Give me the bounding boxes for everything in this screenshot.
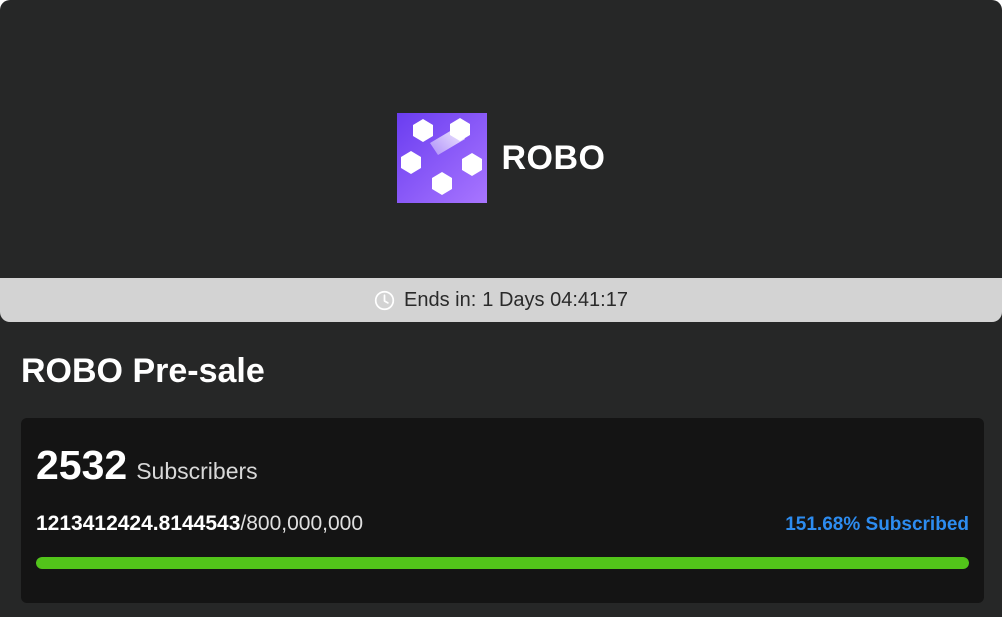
countdown-value: 1 Days 04:41:17 xyxy=(482,288,628,311)
countdown-text: Ends in: 1 Days 04:41:17 xyxy=(404,289,628,312)
subscribers-count: 2532 xyxy=(36,442,128,488)
token-banner: ROBO xyxy=(0,0,1002,278)
robo-logo-icon xyxy=(396,113,487,203)
subscription-progress-bar xyxy=(36,557,969,569)
subscription-stats-panel: 2532 Subscribers 1213412424.8144543/800,… xyxy=(21,418,984,603)
presale-title: ROBO Pre-sale xyxy=(21,352,265,390)
subscribers-row: 2532 Subscribers xyxy=(36,442,258,489)
progress-fill xyxy=(36,557,969,569)
raised-vs-cap: 1213412424.8144543/800,000,000 xyxy=(36,512,363,536)
amount-row: 1213412424.8144543/800,000,000 151.68% S… xyxy=(36,512,969,536)
subscribers-label: Subscribers xyxy=(136,458,258,484)
token-header: ROBO xyxy=(396,113,606,203)
countdown-prefix: Ends in: xyxy=(404,288,477,311)
clock-icon xyxy=(374,290,395,310)
token-name: ROBO xyxy=(501,138,606,177)
cap-amount: 800,000,000 xyxy=(246,512,364,535)
countdown-bar: Ends in: 1 Days 04:41:17 xyxy=(0,278,1002,322)
subscribed-percentage: 151.68% Subscribed xyxy=(785,514,969,535)
raised-amount: 1213412424.8144543 xyxy=(36,512,241,535)
presale-card: ROBO Ends in: 1 Days 04:41:17 ROBO Pre-s… xyxy=(0,0,1002,617)
